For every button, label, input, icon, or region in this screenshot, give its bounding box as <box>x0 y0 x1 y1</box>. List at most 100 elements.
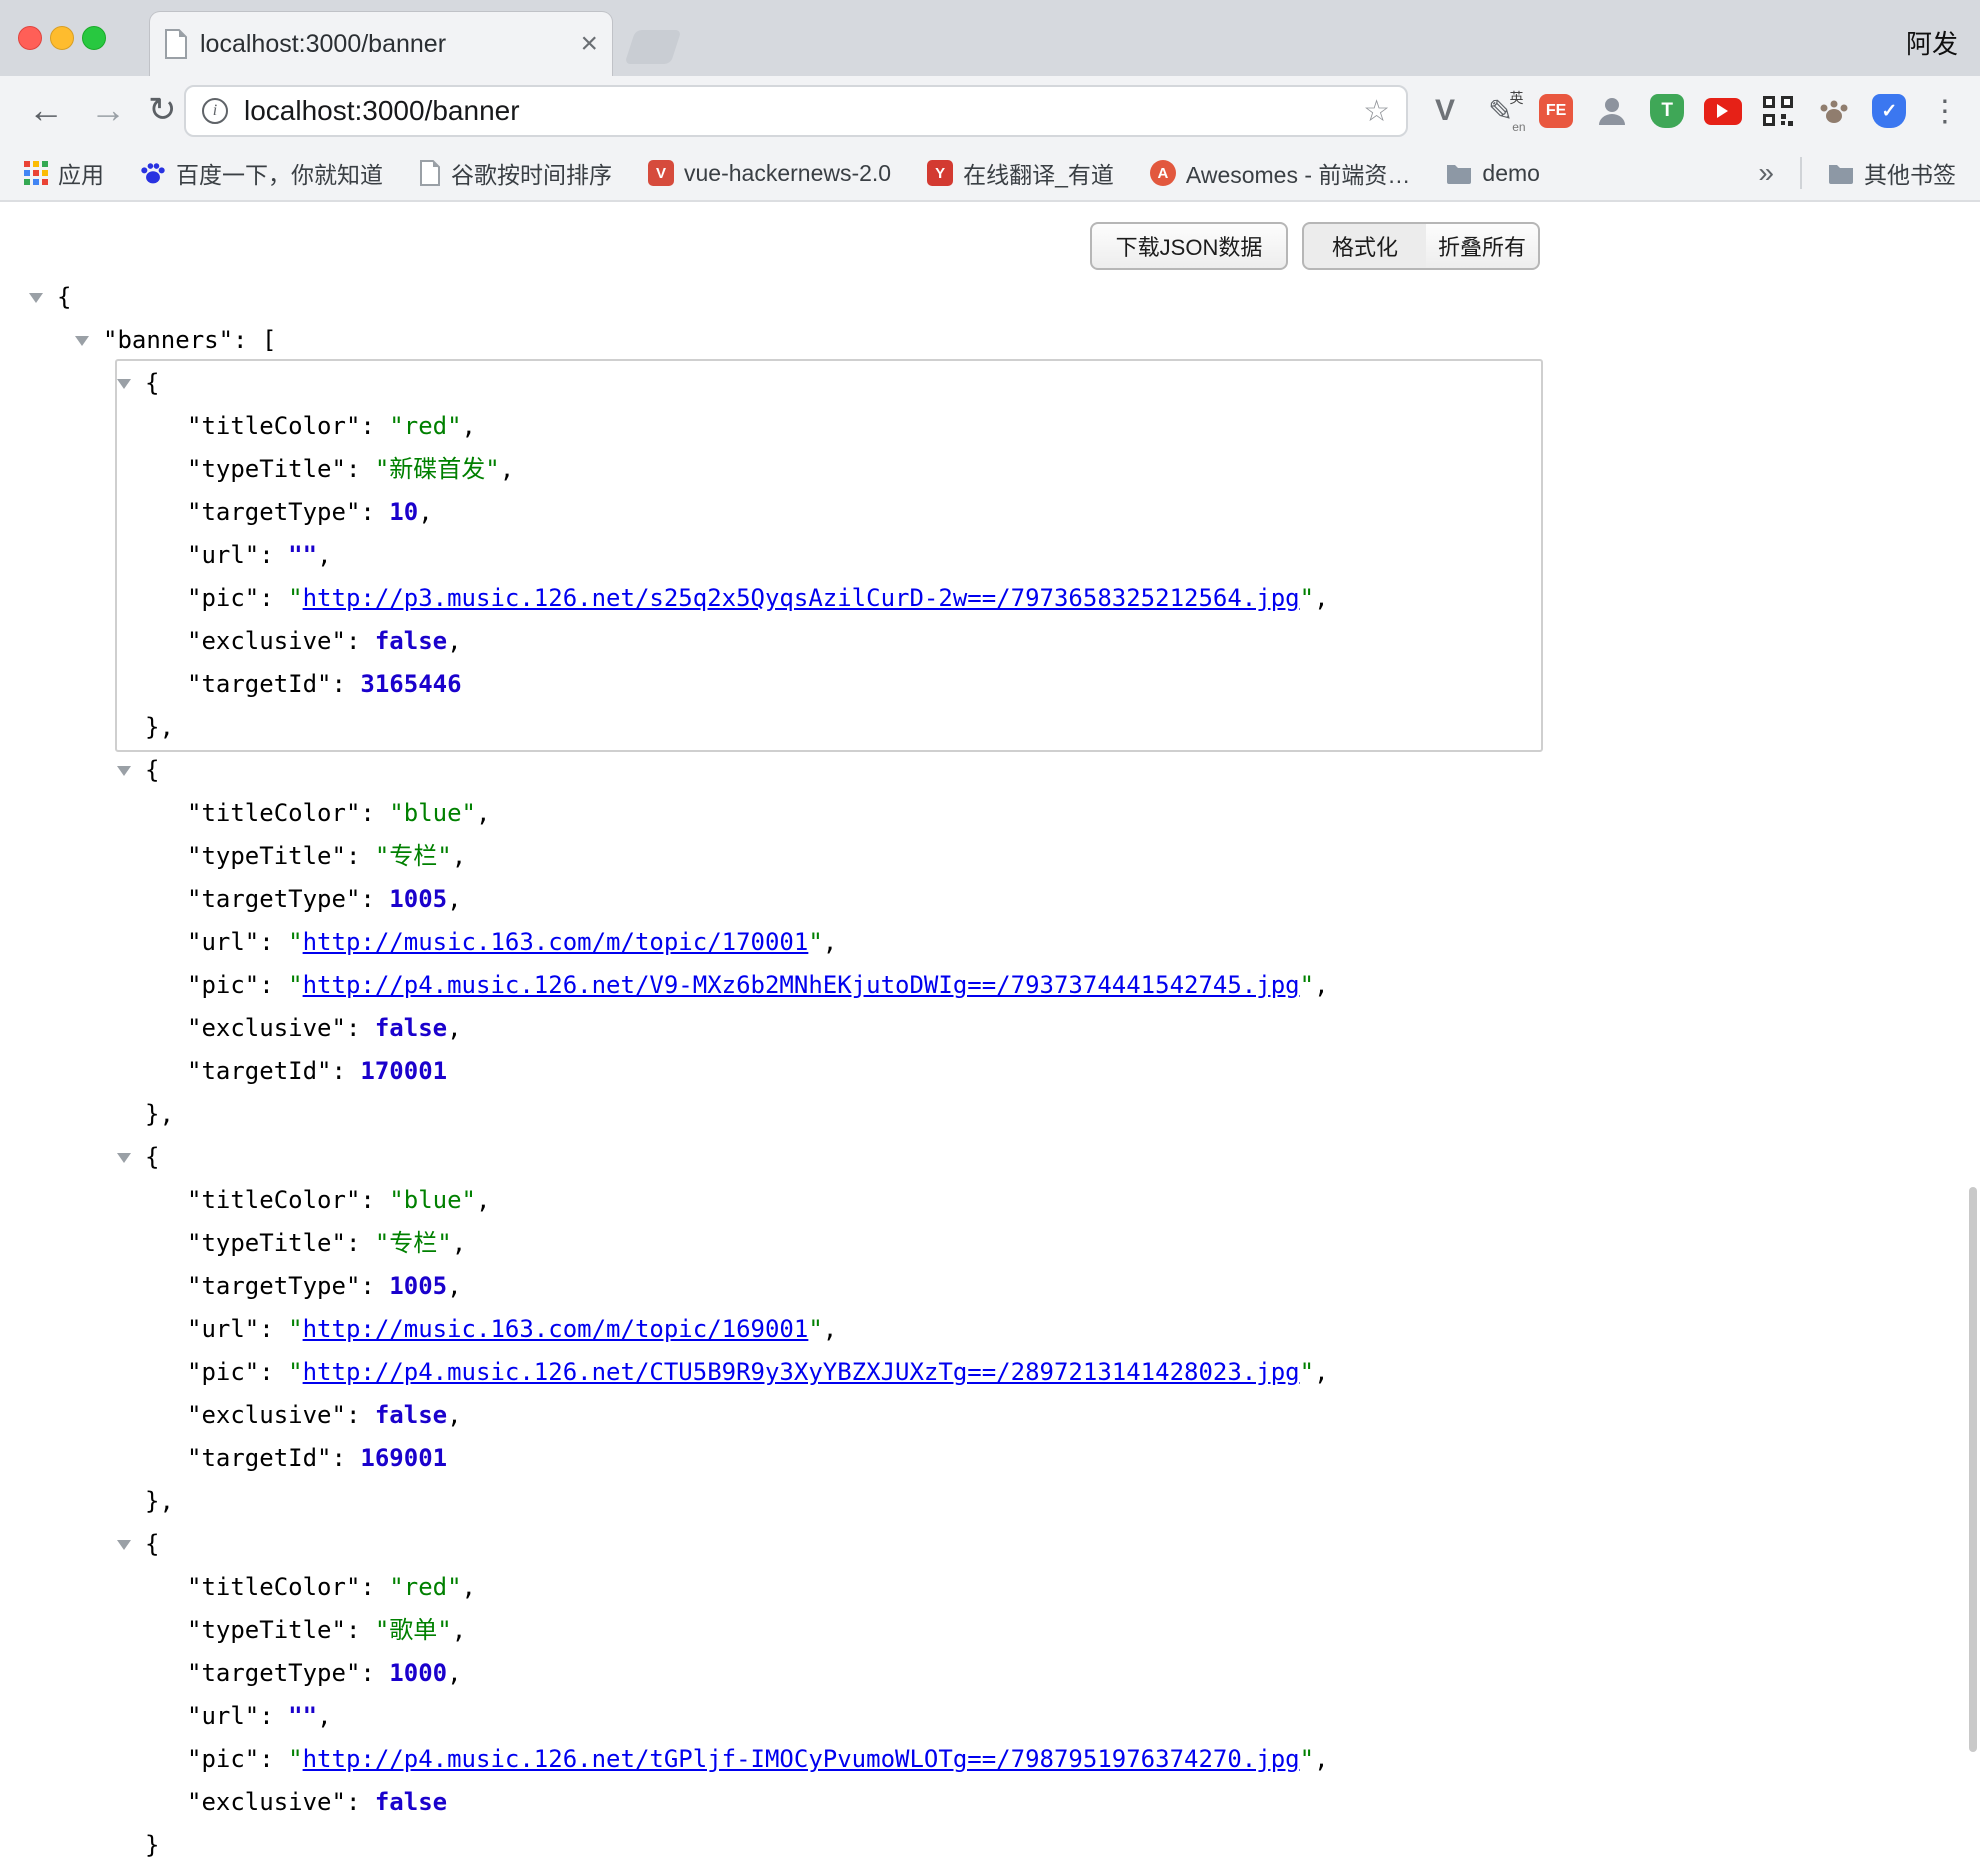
bookmark-google-sort[interactable]: 谷歌按时间排序 <box>419 156 612 190</box>
bookmark-awesomes[interactable]: A Awesomes - 前端资… <box>1150 156 1411 190</box>
bookmark-star-icon[interactable]: ☆ <box>1363 94 1390 129</box>
tab-title: localhost:3000/banner <box>200 30 572 59</box>
json-link[interactable]: http://p4.music.126.net/tGPljf-IMOCyPvum… <box>303 1745 1300 1773</box>
bookmarks-bar: 应用 百度一下，你就知道 谷歌按时间排序 V vue-hackernews-2.… <box>0 146 1980 202</box>
folder-icon <box>1828 162 1854 184</box>
collapse-all-button[interactable]: 折叠所有 <box>1426 222 1540 270</box>
bookmarks-bar-right: » 其他书签 <box>1758 156 1956 190</box>
json-colon: : <box>360 412 389 440</box>
json-link[interactable]: http://music.163.com/m/topic/170001 <box>303 928 809 956</box>
bookmark-demo-folder[interactable]: demo <box>1446 160 1540 187</box>
tab-strip: localhost:3000/banner × 阿发 <box>0 0 1980 76</box>
person-extension-icon[interactable] <box>1591 90 1633 132</box>
json-colon: : <box>332 1057 361 1085</box>
json-colon: : <box>346 842 375 870</box>
window-zoom-button[interactable] <box>82 26 106 50</box>
back-button[interactable]: ← <box>28 88 64 132</box>
window-minimize-button[interactable] <box>50 26 74 50</box>
translate-pen-extension-icon[interactable]: ✎ 英 en <box>1480 90 1522 132</box>
json-brace: }, <box>145 1487 174 1515</box>
youtube-extension-icon[interactable] <box>1702 90 1744 132</box>
json-comma: , <box>823 1315 837 1343</box>
json-comma: , <box>452 842 466 870</box>
json-line: "targetType": 1000, <box>0 1652 1980 1695</box>
person-icon <box>1596 95 1628 127</box>
json-number: 1005 <box>389 885 447 913</box>
json-boolean: false <box>375 1401 447 1429</box>
json-comma: , <box>447 1014 461 1042</box>
paw-extension-icon[interactable] <box>1813 90 1855 132</box>
bookmark-youdao-translate[interactable]: Y 在线翻译_有道 <box>927 156 1114 190</box>
json-colon: : <box>346 455 375 483</box>
json-line: "typeTitle": "新碟首发", <box>0 448 1980 491</box>
json-key: "url" <box>187 541 259 569</box>
bookmarks-overflow-chevron[interactable]: » <box>1758 157 1774 189</box>
browser-tab[interactable]: localhost:3000/banner × <box>150 12 612 76</box>
collapse-toggle-icon[interactable] <box>75 336 89 346</box>
json-quote: " <box>288 1315 302 1343</box>
new-tab-button[interactable] <box>624 30 681 64</box>
json-link[interactable]: http://music.163.com/m/topic/169001 <box>303 1315 809 1343</box>
json-key: "typeTitle" <box>187 842 346 870</box>
json-colon: : <box>332 670 361 698</box>
json-key: "targetType" <box>187 498 360 526</box>
shield-check-extension-icon[interactable]: ✓ <box>1868 90 1910 132</box>
reload-button[interactable]: ↻ <box>148 88 177 132</box>
json-brace: { <box>145 756 159 784</box>
vimium-extension-icon[interactable]: V <box>1424 90 1466 132</box>
json-colon: : <box>259 1358 288 1386</box>
format-button[interactable]: 格式化 <box>1302 222 1428 270</box>
address-bar[interactable]: i localhost:3000/banner ☆ <box>184 85 1408 137</box>
json-line: }, <box>0 1093 1980 1136</box>
qr-code-extension-icon[interactable] <box>1757 90 1799 132</box>
json-number: 3165446 <box>360 670 461 698</box>
bookmark-vue-hackernews[interactable]: V vue-hackernews-2.0 <box>648 160 891 187</box>
json-key: "url" <box>187 1702 259 1730</box>
collapse-toggle-icon[interactable] <box>117 1153 131 1163</box>
other-bookmarks-folder[interactable]: 其他书签 <box>1828 156 1956 190</box>
json-number: 169001 <box>360 1444 447 1472</box>
window-close-button[interactable] <box>18 26 42 50</box>
json-key: "targetType" <box>187 1659 360 1687</box>
profile-name[interactable]: 阿发 <box>1906 24 1958 61</box>
json-string: "新碟首发" <box>375 455 500 483</box>
json-empty-string: "" <box>288 1702 317 1730</box>
json-colon: : <box>360 1186 389 1214</box>
json-key: "titleColor" <box>187 799 360 827</box>
fe-extension-icon[interactable]: FE <box>1535 90 1577 132</box>
json-colon: : <box>259 928 288 956</box>
collapse-toggle-icon[interactable] <box>117 766 131 776</box>
page-info-icon[interactable]: i <box>202 98 228 124</box>
qr-code-icon <box>1763 96 1793 126</box>
tab-close-icon[interactable]: × <box>580 29 598 59</box>
json-link[interactable]: http://p4.music.126.net/V9-MXz6b2MNhEKju… <box>303 971 1300 999</box>
document-icon <box>419 160 441 186</box>
page-favicon-icon <box>164 29 188 59</box>
bookmark-baidu[interactable]: 百度一下，你就知道 <box>140 156 383 190</box>
browser-menu-icon[interactable]: ⋮ <box>1924 90 1966 132</box>
json-link[interactable]: http://p4.music.126.net/CTU5B9R9y3XyYBZX… <box>303 1358 1300 1386</box>
download-json-button[interactable]: 下载JSON数据 <box>1090 222 1288 270</box>
json-key: "pic" <box>187 1745 259 1773</box>
json-line: "exclusive": false, <box>0 1394 1980 1437</box>
json-comma: , <box>452 1616 466 1644</box>
shield-t-extension-icon[interactable]: T <box>1646 90 1688 132</box>
scrollbar-thumb[interactable] <box>1969 1187 1977 1752</box>
url-text[interactable]: localhost:3000/banner <box>244 95 1363 127</box>
collapse-toggle-icon[interactable] <box>117 1540 131 1550</box>
json-link[interactable]: http://p3.music.126.net/s25q2x5QyqsAzilC… <box>303 584 1300 612</box>
json-line: { <box>0 749 1980 792</box>
json-key: "exclusive" <box>187 627 346 655</box>
json-bracket: : [ <box>233 326 276 354</box>
forward-button[interactable]: → <box>90 88 126 132</box>
json-line: "targetId": 170001 <box>0 1050 1980 1093</box>
collapse-toggle-icon[interactable] <box>29 293 43 303</box>
collapse-toggle-icon[interactable] <box>117 379 131 389</box>
json-line: "url": "http://music.163.com/m/topic/169… <box>0 1308 1980 1351</box>
json-line: { <box>0 276 1980 319</box>
json-comma: , <box>447 1659 461 1687</box>
json-key: "pic" <box>187 584 259 612</box>
json-brace: { <box>145 369 159 397</box>
bookmark-apps[interactable]: 应用 <box>24 156 104 190</box>
json-comma: , <box>1314 1358 1328 1386</box>
